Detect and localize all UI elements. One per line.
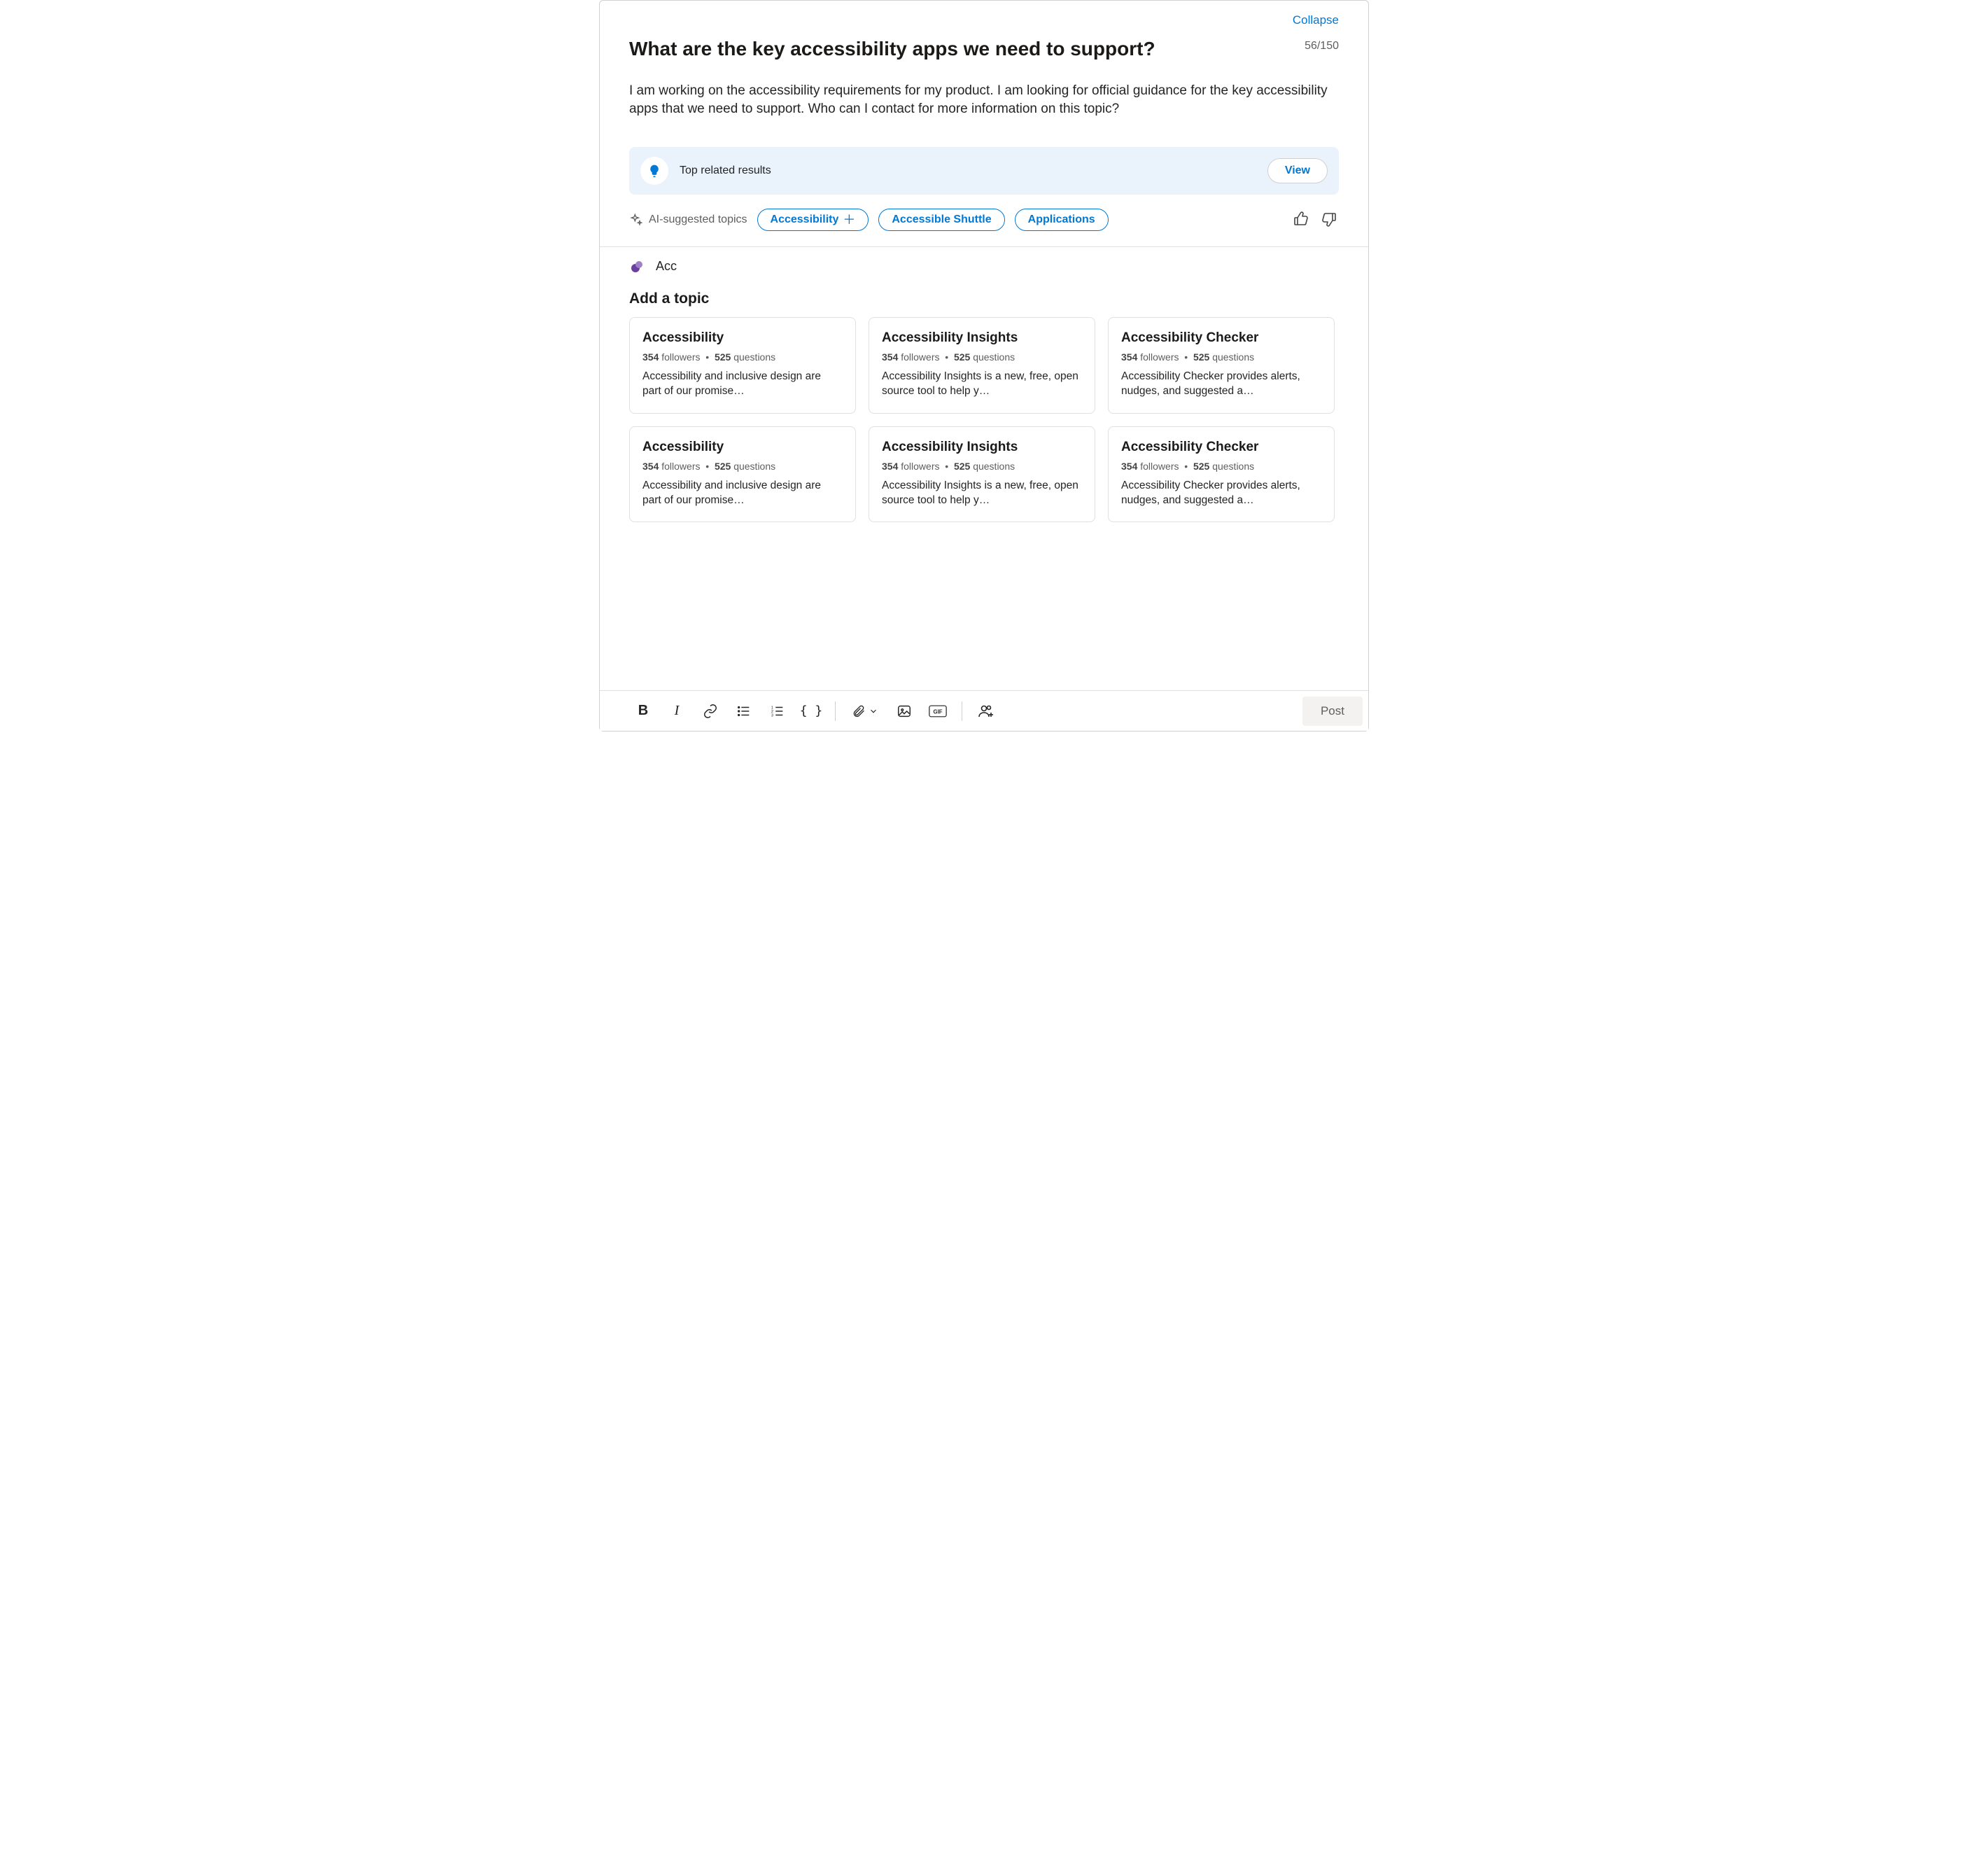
topic-card-meta: 354 followers • 525 questions: [642, 351, 843, 363]
bulb-icon-wrap: [640, 157, 668, 185]
related-results-banner: Top related results View: [629, 147, 1339, 195]
svg-text:3: 3: [771, 713, 773, 718]
numbered-list-icon: 123: [770, 704, 785, 719]
attach-button[interactable]: [845, 697, 885, 725]
topic-card-meta: 354 followers • 525 questions: [882, 461, 1082, 472]
plus-icon: ＋: [843, 214, 855, 226]
feedback-group: [1293, 211, 1339, 229]
topic-card[interactable]: Accessibility Insights 354 followers • 5…: [869, 317, 1095, 414]
top-row: Collapse: [629, 13, 1339, 27]
suggested-topic-applications[interactable]: Applications: [1015, 209, 1109, 231]
topic-badge-icon: [629, 258, 646, 275]
topic-card-title: Accessibility: [642, 330, 843, 346]
gif-button[interactable]: GIF: [924, 697, 952, 725]
thumbs-up-icon: [1293, 211, 1309, 227]
lightbulb-icon: [647, 164, 661, 178]
topic-card[interactable]: Accessibility Checker 354 followers • 52…: [1108, 426, 1335, 523]
topic-card[interactable]: Accessibility 354 followers • 525 questi…: [629, 317, 856, 414]
format-toolbar: B I 123 { } GIF: [600, 690, 1368, 731]
topic-cards-grid: Accessibility 354 followers • 525 questi…: [629, 317, 1335, 523]
section-divider: [600, 246, 1368, 247]
char-counter: 56/150: [1305, 40, 1339, 52]
image-button[interactable]: [890, 697, 918, 725]
topic-search-input[interactable]: [656, 259, 796, 274]
topic-card-meta: 354 followers • 525 questions: [642, 461, 843, 472]
paperclip-icon: [852, 704, 866, 718]
people-add-icon: [978, 703, 994, 720]
pill-label: Applications: [1028, 214, 1095, 226]
link-button[interactable]: [696, 697, 724, 725]
question-title: What are the key accessibility apps we n…: [629, 37, 1155, 61]
bold-button[interactable]: B: [629, 697, 657, 725]
topic-card-meta: 354 followers • 525 questions: [882, 351, 1082, 363]
topic-card-title: Accessibility Checker: [1121, 330, 1321, 346]
topic-card-desc: Accessibility Checker provides alerts, n…: [1121, 370, 1321, 399]
topic-card-desc: Accessibility and inclusive design are p…: [642, 479, 843, 508]
content-area: Collapse What are the key accessibility …: [600, 1, 1368, 690]
italic-icon: I: [675, 703, 680, 719]
topic-card[interactable]: Accessibility Insights 354 followers • 5…: [869, 426, 1095, 523]
topic-card-desc: Accessibility Insights is a new, free, o…: [882, 479, 1082, 508]
cards-wrap: Accessibility 354 followers • 525 questi…: [629, 317, 1339, 690]
thumbs-down-icon: [1321, 211, 1337, 227]
numbered-list-button[interactable]: 123: [764, 697, 792, 725]
view-results-button[interactable]: View: [1267, 158, 1328, 183]
code-icon: { }: [800, 704, 823, 718]
svg-text:GIF: GIF: [934, 708, 943, 715]
topic-card-title: Accessibility Insights: [882, 330, 1082, 346]
topic-card-title: Accessibility: [642, 440, 843, 455]
text-format-group: B I 123 { }: [629, 697, 825, 725]
bold-icon: B: [638, 703, 648, 719]
suggested-topic-accessibility[interactable]: Accessibility ＋: [757, 209, 869, 231]
cards-scroll[interactable]: Accessibility 354 followers • 525 questi…: [629, 317, 1339, 690]
ai-suggestions-row: AI-suggested topics Accessibility ＋ Acce…: [629, 209, 1339, 231]
chevron-down-icon: [869, 706, 878, 716]
suggested-topic-accessible-shuttle[interactable]: Accessible Shuttle: [878, 209, 1004, 231]
topic-input-row: [629, 258, 1339, 275]
topic-card-meta: 354 followers • 525 questions: [1121, 351, 1321, 363]
topic-card-title: Accessibility Insights: [882, 440, 1082, 455]
topic-card-desc: Accessibility Insights is a new, free, o…: [882, 370, 1082, 399]
topic-card-desc: Accessibility and inclusive design are p…: [642, 370, 843, 399]
topic-card-title: Accessibility Checker: [1121, 440, 1321, 455]
topic-card[interactable]: Accessibility Checker 354 followers • 52…: [1108, 317, 1335, 414]
pill-label: Accessibility: [771, 214, 839, 226]
topic-card-meta: 354 followers • 525 questions: [1121, 461, 1321, 472]
mention-button[interactable]: [972, 697, 1000, 725]
title-row: What are the key accessibility apps we n…: [629, 37, 1339, 61]
topic-card-desc: Accessibility Checker provides alerts, n…: [1121, 479, 1321, 508]
related-results-label: Top related results: [680, 164, 1256, 177]
gif-icon: GIF: [929, 704, 947, 718]
sparkle-icon: [629, 213, 643, 227]
bullet-list-button[interactable]: [730, 697, 758, 725]
collapse-link[interactable]: Collapse: [1293, 13, 1339, 27]
bullet-list-icon: [736, 704, 752, 719]
insert-group: GIF: [845, 697, 952, 725]
ai-suggested-label: AI-suggested topics: [629, 213, 747, 227]
compose-dialog: Collapse What are the key accessibility …: [599, 0, 1369, 732]
italic-button[interactable]: I: [663, 697, 691, 725]
thumbs-up-button[interactable]: [1293, 211, 1311, 229]
pill-label: Accessible Shuttle: [892, 214, 991, 226]
ai-label-text: AI-suggested topics: [649, 214, 747, 226]
topic-card[interactable]: Accessibility 354 followers • 525 questi…: [629, 426, 856, 523]
question-body[interactable]: I am working on the accessibility requir…: [629, 82, 1339, 119]
toolbar-separator: [835, 701, 836, 721]
link-icon: [703, 704, 718, 719]
image-icon: [897, 704, 912, 719]
code-button[interactable]: { }: [797, 697, 825, 725]
thumbs-down-button[interactable]: [1321, 211, 1339, 229]
post-button[interactable]: Post: [1302, 696, 1363, 726]
add-topic-heading: Add a topic: [629, 290, 1339, 307]
